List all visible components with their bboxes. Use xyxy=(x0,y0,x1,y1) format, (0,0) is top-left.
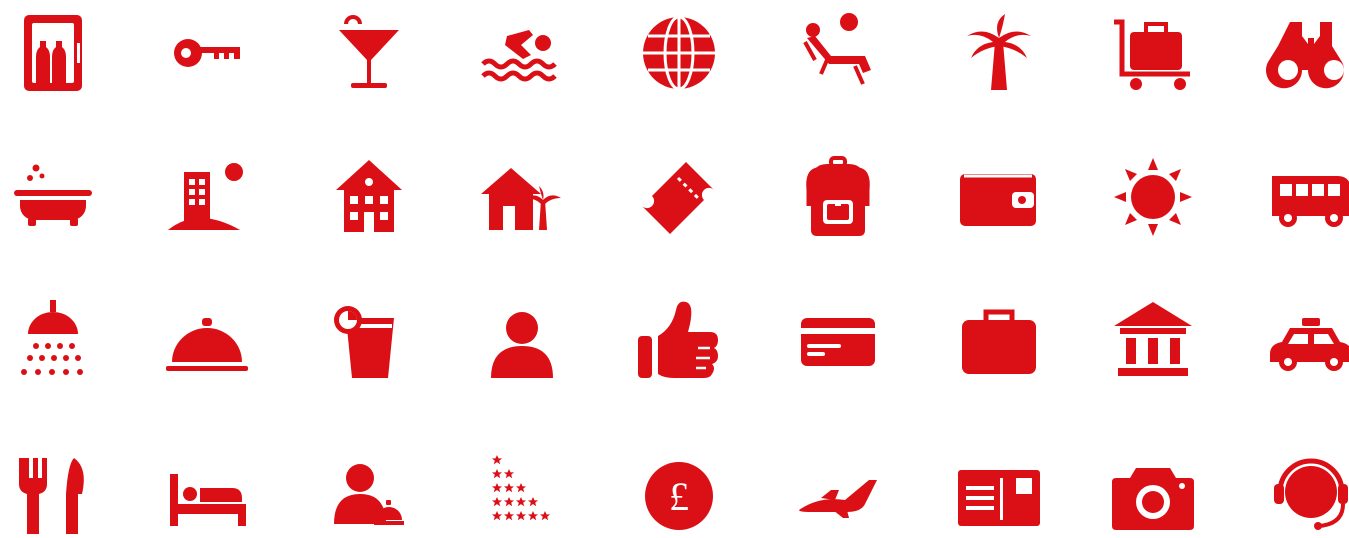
user-icon xyxy=(477,296,567,386)
binoculars-icon xyxy=(1266,8,1349,98)
backpack-icon xyxy=(793,152,883,242)
room-service-cloche-icon xyxy=(162,296,252,386)
key-icon xyxy=(162,8,252,98)
concierge-icon xyxy=(324,448,414,538)
sun-icon xyxy=(1108,152,1198,242)
resort-hotel-icon xyxy=(162,152,252,242)
palm-tree-icon xyxy=(954,8,1044,98)
camera-icon xyxy=(1108,448,1198,538)
minibar-icon xyxy=(8,8,98,98)
star-rating-icon xyxy=(477,448,567,538)
pound-symbol: £ xyxy=(669,474,689,519)
cocktail-icon xyxy=(324,8,414,98)
globe-icon xyxy=(634,8,724,98)
pound-sterling-icon: £ xyxy=(634,448,724,538)
bathtub-icon xyxy=(8,152,98,242)
juice-glass-icon xyxy=(324,296,414,386)
support-headset-icon xyxy=(1266,448,1349,538)
thumbs-up-icon xyxy=(634,296,724,386)
taxi-icon xyxy=(1266,296,1349,386)
credit-card-icon xyxy=(793,296,883,386)
ticket-icon xyxy=(634,152,724,242)
airplane-icon xyxy=(793,448,883,538)
travel-icon-grid: £ xyxy=(0,0,1349,538)
luggage-trolley-icon xyxy=(1108,8,1198,98)
swimming-icon xyxy=(477,8,567,98)
sunbathing-icon xyxy=(793,8,883,98)
museum-icon xyxy=(1108,296,1198,386)
bed-icon xyxy=(162,448,252,538)
beach-house-icon xyxy=(477,152,567,242)
postcard-icon xyxy=(954,448,1044,538)
wallet-icon xyxy=(954,152,1044,242)
restaurant-icon xyxy=(8,448,98,538)
briefcase-icon xyxy=(954,296,1044,386)
shower-icon xyxy=(8,296,98,386)
hotel-building-icon xyxy=(324,152,414,242)
bus-icon xyxy=(1266,152,1349,242)
